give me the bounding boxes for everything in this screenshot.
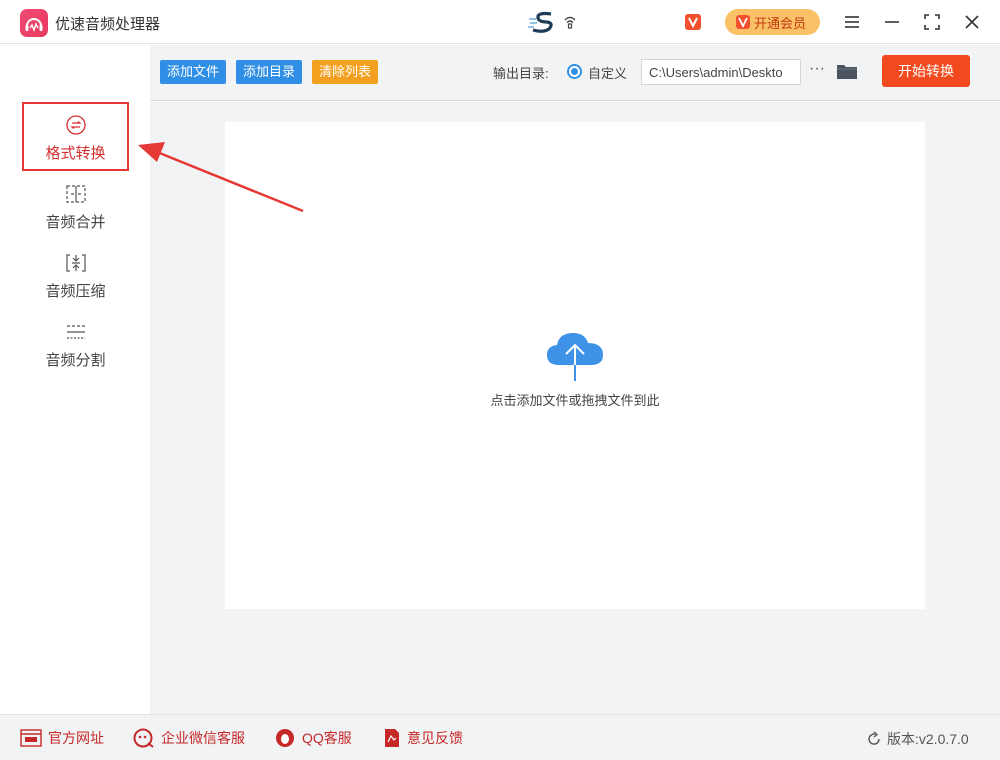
- qq-label: QQ客服: [302, 730, 352, 746]
- wechat-label: 企业微信客服: [161, 730, 245, 746]
- compress-icon: [65, 254, 86, 272]
- footer: 官方网址 企业微信客服 QQ客服 意见反馈 版本:v2.0.7.0: [0, 714, 1000, 760]
- cloud-upload-icon: [547, 333, 603, 381]
- official-website-link[interactable]: 官方网址: [20, 728, 104, 748]
- qq-support-link[interactable]: QQ客服: [274, 728, 352, 748]
- output-dir-label: 输出目录:: [493, 66, 549, 81]
- drop-hint-text: 点击添加文件或拖拽文件到此: [490, 393, 660, 408]
- add-file-button[interactable]: 添加文件: [160, 60, 227, 84]
- maximize-icon[interactable]: [921, 11, 943, 33]
- close-icon[interactable]: [961, 11, 983, 33]
- sidebar-item-label: 音频分割: [45, 352, 106, 369]
- start-convert-button[interactable]: 开始转换: [882, 55, 970, 87]
- output-path-input[interactable]: [641, 59, 801, 85]
- sidebar-item-split[interactable]: 音频分割: [22, 311, 129, 380]
- folder-icon[interactable]: [836, 61, 858, 81]
- website-label: 官方网址: [48, 730, 104, 746]
- merge-icon: [65, 185, 86, 203]
- more-options-button[interactable]: ···: [807, 59, 827, 83]
- menu-icon[interactable]: [841, 11, 863, 33]
- feedback-label: 意见反馈: [407, 730, 463, 746]
- sidebar-item-label: 音频合并: [45, 214, 106, 231]
- annotation-arrow-icon: [138, 142, 304, 213]
- vip-badge-icon[interactable]: [685, 14, 701, 30]
- refresh-icon[interactable]: [866, 731, 882, 747]
- file-drop-zone[interactable]: 点击添加文件或拖拽文件到此: [225, 122, 925, 609]
- vip-button-label: 开通会员: [754, 15, 807, 31]
- custom-output-radio[interactable]: [567, 64, 582, 79]
- sidebar-item-merge[interactable]: 音频合并: [22, 173, 129, 242]
- wechat-support-link[interactable]: 企业微信客服: [133, 728, 245, 748]
- sidebar-item-label: 音频压缩: [45, 283, 106, 300]
- add-directory-button[interactable]: 添加目录: [236, 60, 303, 84]
- wifi-icon[interactable]: [563, 12, 577, 30]
- brand-s-icon: [527, 11, 557, 33]
- split-icon: [66, 325, 85, 339]
- version-label: 版本:v2.0.7.0: [887, 731, 969, 747]
- app-logo-icon: [20, 9, 48, 37]
- vip-button[interactable]: 开通会员: [725, 9, 820, 35]
- feedback-icon: [385, 729, 399, 747]
- minimize-icon[interactable]: [881, 11, 903, 33]
- title-bar: 优速音频处理器 开通会员: [0, 0, 1000, 44]
- format-convert-icon: [65, 115, 86, 135]
- version-info: 版本:v2.0.7.0: [866, 729, 969, 749]
- feedback-link[interactable]: 意见反馈: [383, 728, 463, 748]
- sidebar-item-format-convert[interactable]: 格式转换: [22, 102, 129, 171]
- sidebar: 格式转换 音频合并 音频压缩 音频分割: [0, 45, 150, 714]
- clear-list-button[interactable]: 清除列表: [312, 60, 379, 84]
- sidebar-item-compress[interactable]: 音频压缩: [22, 242, 129, 311]
- app-title: 优速音频处理器: [55, 16, 161, 33]
- vip-icon: [736, 15, 750, 29]
- website-icon: [20, 729, 42, 747]
- custom-output-label[interactable]: 自定义: [588, 63, 627, 82]
- qq-icon: [276, 729, 294, 747]
- wechat-icon: [133, 728, 154, 748]
- sidebar-item-label: 格式转换: [45, 145, 106, 162]
- toolbar: 添加文件 添加目录 清除列表 输出目录: 自定义 ··· 开始转换: [150, 45, 1000, 101]
